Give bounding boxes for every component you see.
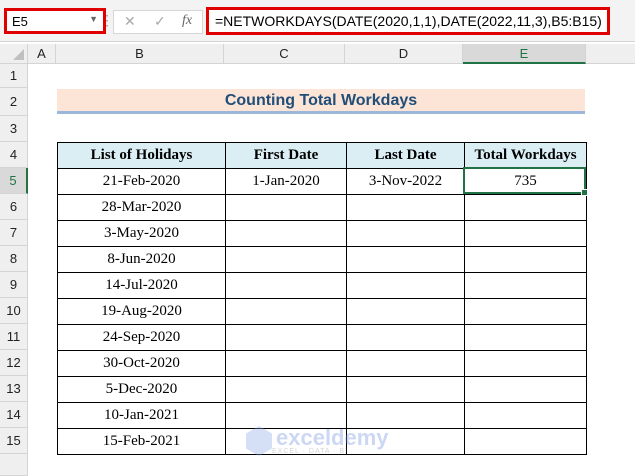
first-date-cell[interactable] — [225, 246, 347, 273]
column-header-b[interactable]: B — [56, 44, 224, 64]
holiday-cell[interactable]: 21-Feb-2020 — [57, 168, 226, 195]
holiday-cell[interactable]: 30-Oct-2020 — [57, 350, 226, 377]
first-date-cell[interactable] — [225, 350, 347, 377]
last-date-cell[interactable] — [346, 324, 465, 351]
first-date-cell[interactable] — [225, 272, 347, 299]
row-header-11[interactable]: 11 — [0, 324, 28, 350]
row-header-5[interactable]: 5 — [0, 168, 28, 194]
table-row: 14-Jul-2020 — [57, 272, 587, 299]
table-row: 3-May-2020 — [57, 220, 587, 247]
total-workdays-cell[interactable] — [464, 272, 587, 299]
last-date-cell[interactable] — [346, 272, 465, 299]
sheet-title: Counting Total Workdays — [57, 89, 585, 114]
holiday-cell[interactable]: 8-Jun-2020 — [57, 246, 226, 273]
first-date-cell[interactable] — [225, 376, 347, 403]
first-date-cell[interactable] — [225, 324, 347, 351]
first-date-cell[interactable] — [225, 194, 347, 221]
row-header-2[interactable]: 2 — [0, 88, 28, 116]
table-row: 19-Aug-2020 — [57, 298, 587, 325]
header-total-workdays: Total Workdays — [464, 142, 587, 169]
column-header-a[interactable]: A — [28, 44, 56, 64]
row-header-16[interactable] — [0, 454, 28, 476]
last-date-cell[interactable] — [346, 246, 465, 273]
holiday-cell[interactable]: 28-Mar-2020 — [57, 194, 226, 221]
total-workdays-cell[interactable] — [464, 298, 587, 325]
holiday-cell[interactable]: 3-May-2020 — [57, 220, 226, 247]
table-header-row: List of Holidays First Date Last Date To… — [57, 142, 587, 169]
column-header-f[interactable] — [586, 44, 635, 64]
last-date-cell[interactable]: 3-Nov-2022 — [346, 168, 465, 195]
total-workdays-cell[interactable] — [464, 402, 587, 429]
total-workdays-cell[interactable] — [464, 194, 587, 221]
last-date-cell[interactable] — [346, 298, 465, 325]
enter-icon[interactable]: ✓ — [154, 13, 166, 30]
name-box-value: E5 — [12, 14, 28, 29]
formula-input[interactable]: =NETWORKDAYS(DATE(2020,1,1),DATE(2022,11… — [206, 7, 610, 35]
column-header-e[interactable]: E — [463, 44, 586, 64]
formula-bar: E5 ▼ ⋮ ✕ ✓ fx =NETWORKDAYS(DATE(2020,1,1)… — [0, 0, 635, 42]
total-workdays-cell[interactable] — [464, 220, 587, 247]
holiday-cell[interactable]: 19-Aug-2020 — [57, 298, 226, 325]
table-row: 30-Oct-2020 — [57, 350, 587, 377]
first-date-cell[interactable]: 1-Jan-2020 — [225, 168, 347, 195]
last-date-cell[interactable] — [346, 220, 465, 247]
chevron-down-icon[interactable]: ▼ — [89, 14, 98, 24]
first-date-cell[interactable] — [225, 220, 347, 247]
header-first-date: First Date — [225, 142, 347, 169]
formula-buttons: ✕ ✓ fx — [113, 10, 203, 34]
row-header-10[interactable]: 10 — [0, 298, 28, 324]
table-row: 8-Jun-2020 — [57, 246, 587, 273]
last-date-cell[interactable] — [346, 376, 465, 403]
total-workdays-cell[interactable] — [464, 428, 587, 455]
row-header-3[interactable]: 3 — [0, 116, 28, 142]
exceldemy-watermark: exceldemy EXCEL · DATA · BI — [246, 426, 389, 456]
row-header-15[interactable]: 15 — [0, 428, 28, 454]
column-header-c[interactable]: C — [224, 44, 345, 64]
total-workdays-cell[interactable] — [464, 376, 587, 403]
table-row: 28-Mar-2020 — [57, 194, 587, 221]
name-box[interactable]: E5 ▼ — [4, 8, 106, 34]
fx-icon[interactable]: fx — [182, 13, 192, 29]
total-workdays-cell[interactable] — [464, 324, 587, 351]
total-workdays-cell[interactable] — [464, 246, 587, 273]
row-header-4[interactable]: 4 — [0, 142, 28, 168]
holiday-cell[interactable]: 10-Jan-2021 — [57, 402, 226, 429]
header-last-date: Last Date — [346, 142, 465, 169]
drag-handle-icon[interactable]: ⋮ — [100, 12, 114, 29]
first-date-cell[interactable] — [225, 298, 347, 325]
header-holidays: List of Holidays — [57, 142, 226, 169]
row-header-7[interactable]: 7 — [0, 220, 28, 246]
column-header-d[interactable]: D — [345, 44, 463, 64]
total-workdays-cell[interactable] — [464, 350, 587, 377]
row-header-8[interactable]: 8 — [0, 246, 28, 272]
last-date-cell[interactable] — [346, 350, 465, 377]
row-header-9[interactable]: 9 — [0, 272, 28, 298]
selected-cell-e5[interactable] — [463, 167, 588, 196]
select-all-button[interactable] — [0, 44, 28, 64]
last-date-cell[interactable] — [346, 194, 465, 221]
holiday-cell[interactable]: 15-Feb-2021 — [57, 428, 226, 455]
exceldemy-logo-icon — [246, 426, 272, 456]
row-header-6[interactable]: 6 — [0, 194, 28, 220]
table-row: 5-Dec-2020 — [57, 376, 587, 403]
cancel-icon[interactable]: ✕ — [124, 13, 136, 30]
row-header-13[interactable]: 13 — [0, 376, 28, 402]
holiday-cell[interactable]: 5-Dec-2020 — [57, 376, 226, 403]
table-row: 24-Sep-2020 — [57, 324, 587, 351]
holiday-cell[interactable]: 14-Jul-2020 — [57, 272, 226, 299]
row-header-12[interactable]: 12 — [0, 350, 28, 376]
row-header-1[interactable]: 1 — [0, 64, 28, 88]
row-header-14[interactable]: 14 — [0, 402, 28, 428]
holiday-cell[interactable]: 24-Sep-2020 — [57, 324, 226, 351]
